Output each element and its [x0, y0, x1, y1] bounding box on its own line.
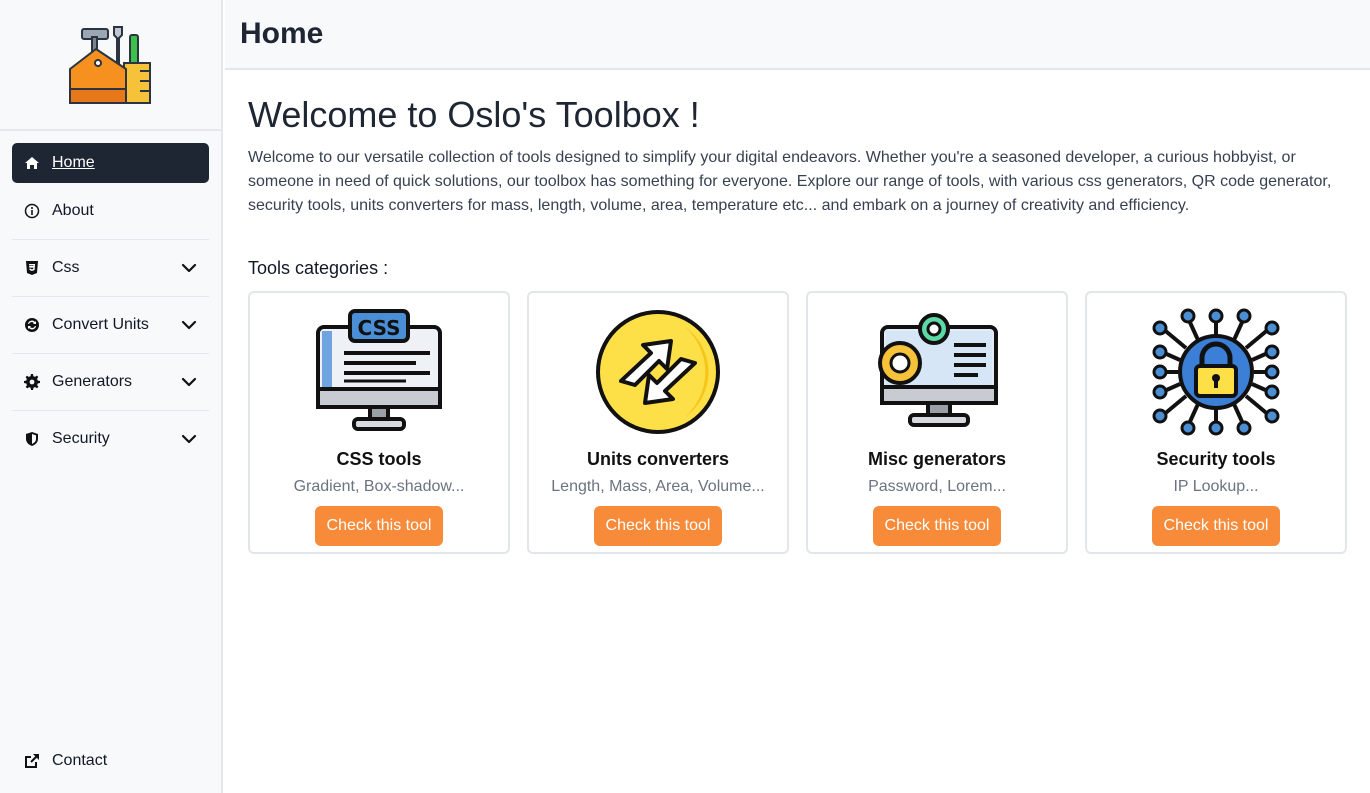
tool-card-generators: Misc generators Password, Lorem... Check… — [806, 291, 1068, 554]
convert-arrows-icon — [593, 307, 723, 437]
sidebar-item-convert-units[interactable]: Convert Units — [12, 305, 209, 345]
sidebar-item-contact[interactable]: Contact — [12, 741, 210, 781]
tool-card-css: CSS CSS tools Gradient, Box-shadow... Ch… — [248, 291, 510, 554]
sidebar-item-about[interactable]: About — [12, 191, 209, 231]
check-tool-button[interactable]: Check this tool — [872, 506, 1002, 546]
page-title: Home — [240, 17, 324, 50]
categories-heading: Tools categories : — [248, 258, 389, 278]
check-tool-button[interactable]: Check this tool — [593, 506, 723, 546]
card-title: CSS tools — [336, 449, 422, 469]
shield-icon — [24, 431, 40, 447]
sidebar-item-label: About — [52, 202, 94, 219]
sidebar-item-label: Security — [52, 430, 110, 447]
main-content: Welcome to Oslo's Toolbox ! Welcome to o… — [248, 94, 1348, 554]
info-icon — [24, 203, 40, 219]
lock-network-icon — [1151, 307, 1281, 437]
card-title: Units converters — [586, 449, 730, 469]
check-tool-button[interactable]: Check this tool — [1151, 506, 1281, 546]
convert-icon — [24, 317, 40, 333]
welcome-heading: Welcome to Oslo's Toolbox ! — [248, 94, 700, 135]
home-icon — [24, 155, 40, 171]
top-header: Home — [225, 0, 1370, 70]
divider — [12, 353, 209, 354]
chevron-down-icon — [181, 263, 197, 273]
chevron-down-icon — [181, 377, 197, 387]
gear-icon — [24, 374, 40, 390]
css-monitor-icon: CSS — [314, 307, 444, 437]
css3-icon — [24, 260, 40, 276]
card-subtitle: Length, Mass, Area, Volume... — [551, 478, 765, 495]
sidebar-nav: Home About Css Convert Units Generators … — [0, 131, 221, 459]
external-link-icon — [24, 753, 40, 769]
sidebar-item-label: Generators — [52, 373, 133, 390]
contact-label: Contact — [52, 752, 108, 769]
divider — [12, 410, 209, 411]
sidebar: Home About Css Convert Units Generators … — [0, 0, 223, 793]
divider — [12, 296, 209, 297]
gears-monitor-icon — [872, 307, 1002, 437]
sidebar-item-home[interactable]: Home — [12, 143, 209, 183]
card-subtitle: Gradient, Box-shadow... — [293, 478, 465, 495]
toolbox-logo-icon[interactable] — [68, 23, 154, 107]
chevron-down-icon — [181, 434, 197, 444]
sidebar-item-label: Convert Units — [52, 316, 149, 333]
tool-card-units: Units converters Length, Mass, Area, Vol… — [527, 291, 789, 554]
intro-text: Welcome to our versatile collection of t… — [248, 149, 1332, 214]
sidebar-item-label: Home — [52, 154, 95, 171]
tool-card-security: Security tools IP Lookup... Check this t… — [1085, 291, 1347, 554]
chevron-down-icon — [181, 320, 197, 330]
sidebar-item-css[interactable]: Css — [12, 248, 209, 288]
card-subtitle: IP Lookup... — [1173, 478, 1259, 495]
card-title: Security tools — [1156, 449, 1276, 469]
card-subtitle: Password, Lorem... — [868, 478, 1006, 495]
tool-cards: CSS CSS tools Gradient, Box-shadow... Ch… — [248, 291, 1348, 554]
divider — [12, 239, 209, 240]
check-tool-button[interactable]: Check this tool — [314, 506, 444, 546]
card-title: Misc generators — [867, 449, 1007, 469]
sidebar-item-generators[interactable]: Generators — [12, 362, 209, 402]
sidebar-item-label: Css — [52, 259, 80, 276]
svg-text:CSS: CSS — [358, 316, 401, 340]
logo-area — [0, 0, 221, 131]
sidebar-item-security[interactable]: Security — [12, 419, 209, 459]
